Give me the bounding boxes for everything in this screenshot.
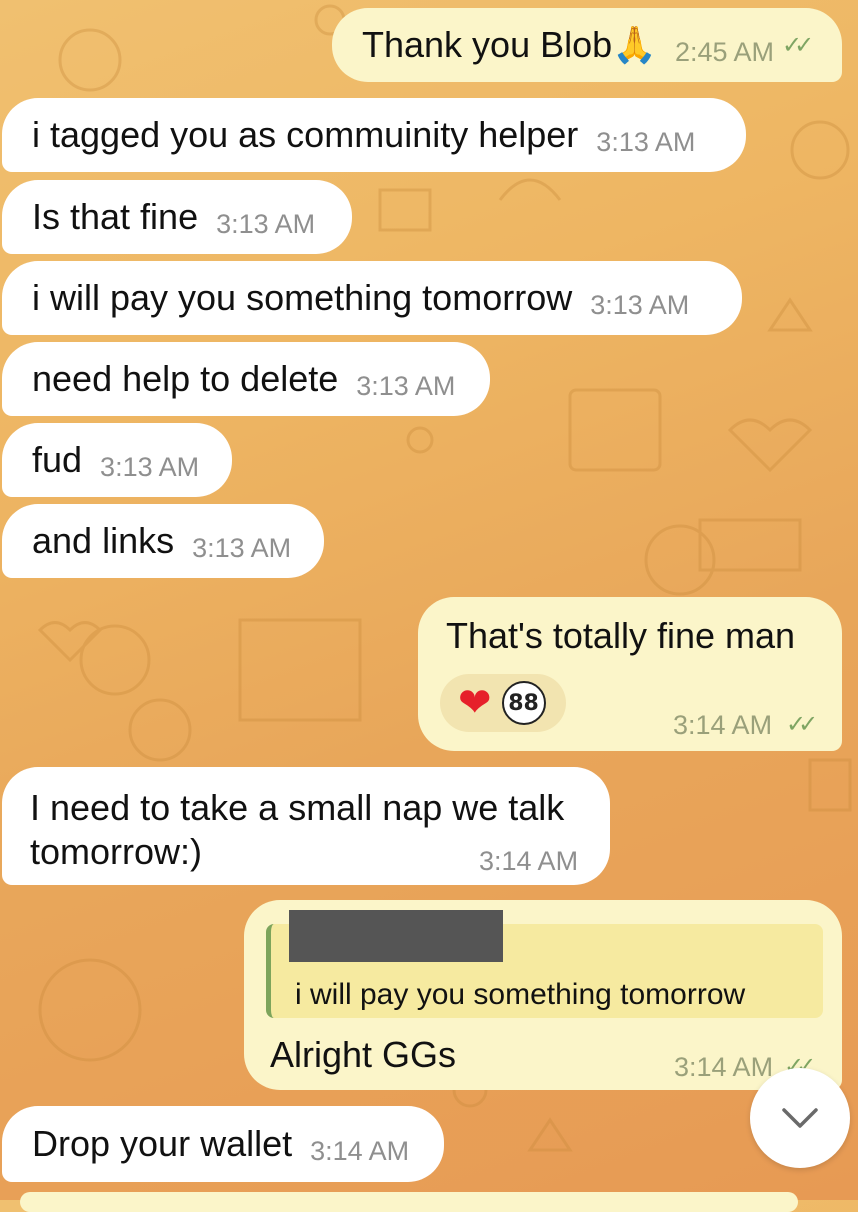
message-text: fud — [32, 439, 83, 480]
message-time: 3:13 AM — [100, 451, 200, 482]
message-outgoing[interactable]: That's totally fine man ❤ 88 3:14 AM ✓✓ — [418, 597, 842, 751]
message-time: 3:13 AM — [590, 289, 690, 320]
message-text: Thank you Blob🙏 — [362, 24, 657, 65]
scroll-to-bottom-button[interactable] — [750, 1068, 850, 1168]
message-text-line-1: I need to take a small nap we talk — [30, 787, 565, 828]
message-outgoing[interactable]: i will pay you something tomorrow Alrigh… — [244, 900, 842, 1090]
message-time: 3:13 AM — [216, 208, 316, 239]
message-incoming[interactable]: need help to delete 3:13 AM — [2, 342, 490, 416]
message-outgoing[interactable]: Thank you Blob🙏 2:45 AM ✓✓ — [332, 8, 842, 82]
message-time: 3:14 AM — [479, 846, 579, 876]
next-message-edge — [20, 1192, 798, 1212]
message-time: 3:13 AM — [596, 126, 696, 157]
message-time: 3:13 AM — [192, 532, 292, 563]
message-incoming[interactable]: i will pay you something tomorrow 3:13 A… — [2, 261, 742, 335]
message-time: 3:13 AM — [356, 370, 456, 401]
redacted-sender — [289, 910, 503, 962]
message-text-line-2: tomorrow:) — [30, 831, 203, 872]
message-text: i will pay you something tomorrow — [32, 277, 573, 318]
heart-reaction-icon[interactable]: ❤ — [458, 683, 492, 723]
message-text: That's totally fine man — [446, 615, 796, 656]
message-text: Drop your wallet — [32, 1123, 293, 1164]
read-receipt-icon: ✓✓ — [782, 31, 814, 59]
message-time: 3:14 AM — [674, 1052, 774, 1082]
message-text: and links — [32, 520, 175, 561]
reply-quote[interactable]: i will pay you something tomorrow — [266, 910, 823, 1018]
quoted-text: i will pay you something tomorrow — [295, 978, 746, 1011]
message-text: Alright GGs — [270, 1034, 457, 1075]
reactor-avatar[interactable]: 88 — [501, 681, 546, 725]
message-incoming[interactable]: i tagged you as commuinity helper 3:13 A… — [2, 98, 746, 172]
message-time: 3:14 AM — [310, 1135, 410, 1166]
reaction-bar[interactable]: ❤ 88 — [440, 674, 566, 732]
message-incoming[interactable]: Is that fine 3:13 AM — [2, 180, 352, 254]
message-incoming[interactable]: and links 3:13 AM — [2, 504, 324, 578]
message-text: i tagged you as commuinity helper — [32, 114, 579, 155]
message-incoming[interactable]: I need to take a small nap we talk tomor… — [2, 767, 610, 885]
message-text: Is that fine — [32, 196, 199, 237]
message-text: need help to delete — [32, 358, 339, 399]
message-time: 3:14 AM — [673, 710, 773, 740]
message-incoming[interactable]: fud 3:13 AM — [2, 423, 232, 497]
message-time: 2:45 AM — [674, 36, 775, 67]
message-incoming[interactable]: Drop your wallet 3:14 AM — [2, 1106, 444, 1182]
read-receipt-icon: ✓✓ — [786, 711, 818, 738]
chevron-down-icon — [782, 1108, 818, 1128]
